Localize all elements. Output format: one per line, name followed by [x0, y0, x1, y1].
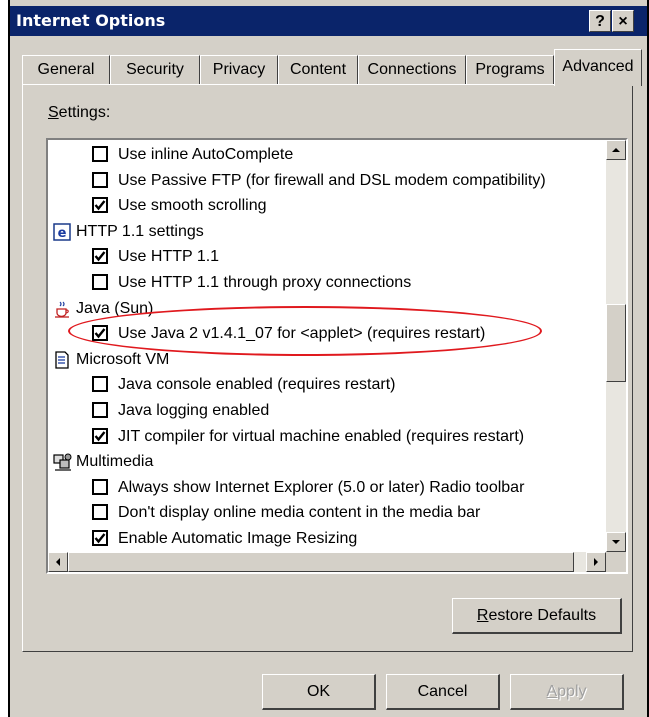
checkbox-unchecked[interactable]	[92, 402, 108, 418]
svg-text:e: e	[58, 226, 67, 241]
setting-option-label: Use HTTP 1.1 through proxy connections	[118, 274, 412, 291]
checkbox-unchecked[interactable]	[92, 274, 108, 290]
title-bar[interactable]: Internet Options ? ×	[10, 6, 647, 36]
checkbox-unchecked[interactable]	[92, 171, 108, 188]
setting-option-label: Use smooth scrolling	[118, 197, 267, 215]
checkbox-unchecked[interactable]	[92, 376, 108, 393]
scroll-down-arrow-icon[interactable]	[606, 532, 626, 552]
vertical-scroll-thumb[interactable]	[606, 304, 626, 382]
cancel-button[interactable]: Cancel	[386, 674, 500, 710]
checkbox-checked[interactable]	[92, 248, 108, 265]
setting-option-label: Use inline AutoComplete	[118, 146, 294, 163]
setting-option-label: Use Passive FTP (for firewall and DSL mo…	[118, 171, 546, 189]
vertical-scrollbar[interactable]	[606, 140, 626, 552]
tab-privacy[interactable]: Privacy	[200, 55, 278, 85]
settings-list[interactable]: Use inline AutoComplete Use Passive FTP (…	[46, 138, 628, 574]
horizontal-scroll-thumb[interactable]	[68, 552, 574, 572]
multimedia-icon	[52, 452, 72, 472]
setting-category-label: Java (Sun)	[76, 299, 154, 317]
tab-general[interactable]: General	[22, 55, 110, 85]
document-icon	[52, 350, 72, 370]
setting-option-label: Don't display online media content in th…	[118, 504, 481, 522]
setting-option-label: JIT compiler for virtual machine enabled…	[118, 427, 525, 445]
java-coffee-icon	[52, 299, 72, 319]
close-button[interactable]: ×	[612, 10, 634, 32]
checkbox-checked[interactable]	[92, 530, 108, 546]
ok-button[interactable]: OK	[262, 674, 376, 710]
checkbox-unchecked[interactable]	[92, 478, 108, 495]
setting-category-label: Multimedia	[76, 453, 154, 471]
setting-option-label: Java console enabled (requires restart)	[118, 376, 396, 394]
restore-defaults-button[interactable]: Restore Defaults	[452, 598, 622, 634]
tab-connections[interactable]: Connections	[358, 55, 466, 85]
scrollbar-corner	[606, 552, 626, 572]
apply-button[interactable]: Apply	[510, 674, 624, 710]
scroll-left-arrow-icon[interactable]	[48, 552, 68, 572]
settings-label: Settings:	[48, 104, 111, 121]
setting-option-label: Enable Automatic Image Resizing	[118, 530, 358, 547]
checkbox-unchecked[interactable]	[92, 146, 108, 162]
checkbox-unchecked[interactable]	[92, 504, 108, 521]
setting-option-label: Always show Internet Explorer (5.0 or la…	[118, 478, 525, 496]
checkbox-checked[interactable]	[92, 325, 108, 342]
help-button[interactable]: ?	[589, 10, 611, 32]
ie-settings-icon: e	[52, 222, 72, 242]
checkbox-checked[interactable]	[92, 197, 108, 214]
tab-security[interactable]: Security	[110, 55, 200, 85]
tab-programs[interactable]: Programs	[466, 55, 554, 85]
window-title: Internet Options	[16, 11, 166, 30]
tab-content[interactable]: Content	[278, 55, 358, 85]
setting-option-label: Use HTTP 1.1	[118, 248, 220, 266]
scroll-up-arrow-icon[interactable]	[606, 140, 626, 160]
scroll-right-arrow-icon[interactable]	[586, 552, 606, 572]
horizontal-scrollbar[interactable]	[48, 552, 606, 572]
tab-advanced[interactable]: Advanced	[554, 49, 642, 86]
setting-category-label: HTTP 1.1 settings	[76, 222, 204, 240]
setting-option-label: Java logging enabled	[118, 402, 270, 419]
checkbox-checked[interactable]	[92, 427, 108, 444]
setting-category-label: Microsoft VM	[76, 350, 170, 368]
setting-option-label: Use Java 2 v1.4.1_07 for <applet> (requi…	[118, 325, 486, 343]
